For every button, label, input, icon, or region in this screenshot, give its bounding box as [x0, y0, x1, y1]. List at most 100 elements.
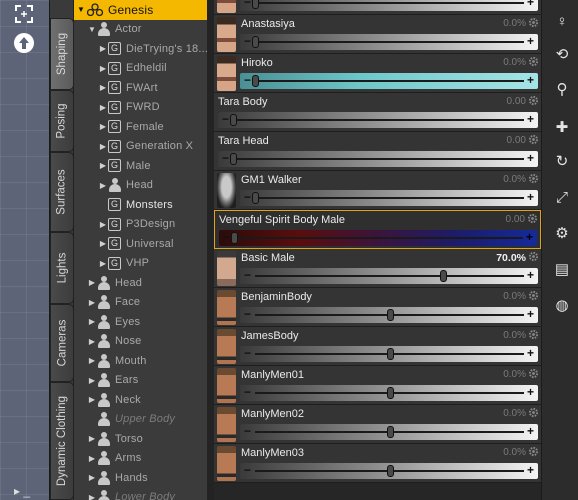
expand-arrow-icon[interactable]: ▶ [98, 83, 108, 92]
slider-handle[interactable] [386, 465, 394, 477]
decrement-icon[interactable]: − [244, 268, 251, 283]
morph-value[interactable]: 0.0% [503, 18, 526, 29]
slider-handle[interactable] [230, 114, 237, 126]
slider-track[interactable]: − + [240, 190, 538, 206]
expand-arrow-icon[interactable]: ▶ [98, 181, 108, 190]
gear-icon[interactable] [528, 290, 539, 301]
morph-slider-row[interactable]: Hiroko 0.0% − + [214, 54, 541, 93]
expand-arrow-icon[interactable]: ▶ [87, 278, 97, 287]
scale-tool-icon[interactable]: ⤢ [552, 188, 572, 208]
expand-arrow-icon[interactable]: ▶ [87, 317, 97, 326]
decrement-icon[interactable]: − [244, 346, 251, 361]
slider-handle[interactable] [386, 387, 394, 399]
tab-cameras[interactable]: Cameras [50, 304, 74, 382]
slider-handle[interactable] [252, 36, 259, 48]
morph-value[interactable]: 0.0% [503, 330, 526, 341]
move-tool-icon[interactable]: ✚ [552, 118, 572, 138]
tree-item[interactable]: ▶ Arms [74, 449, 207, 469]
increment-icon[interactable]: + [526, 230, 533, 245]
gear-icon[interactable] [528, 17, 539, 28]
increment-icon[interactable]: + [527, 0, 534, 10]
increment-icon[interactable]: + [527, 463, 534, 478]
slider-handle[interactable] [386, 426, 394, 438]
decrement-icon[interactable]: − [244, 424, 251, 439]
increment-icon[interactable]: + [527, 151, 534, 166]
tree-item[interactable]: ▶ G Universal [74, 234, 207, 254]
slider-track[interactable]: − + [240, 424, 538, 440]
tree-item[interactable]: ▼ Genesis [74, 0, 207, 20]
gear-icon[interactable] [528, 446, 539, 457]
morph-slider-row[interactable]: Aiko 50.00−+ [214, 0, 541, 15]
tree-item[interactable]: ▶ G FWRD [74, 98, 207, 118]
slider-track[interactable]: − + [240, 307, 538, 323]
expand-arrow-icon[interactable]: ▶ [87, 356, 97, 365]
tab-dynamic-clothing[interactable]: Dynamic Clothing [50, 382, 74, 500]
increment-icon[interactable]: + [527, 190, 534, 205]
expand-arrow-icon[interactable]: ▶ [87, 298, 97, 307]
tree-item[interactable]: ▶ Face [74, 293, 207, 313]
tab-posing[interactable]: Posing [50, 90, 74, 152]
increment-icon[interactable]: + [527, 424, 534, 439]
gear-icon[interactable] [527, 213, 538, 224]
morph-value[interactable]: 0.0% [503, 174, 526, 185]
morph-slider-row[interactable]: Basic Male 70.0% − + [214, 249, 541, 288]
increment-icon[interactable]: + [527, 34, 534, 49]
tree-item[interactable]: ▶ G FWArt [74, 78, 207, 98]
expand-arrow-icon[interactable]: ▶ [87, 376, 97, 385]
expand-arrow-icon[interactable]: ▶ [98, 161, 108, 170]
expand-arrow-icon[interactable]: ▶ [87, 473, 97, 482]
expand-arrow-icon[interactable]: ▶ [87, 434, 97, 443]
slider-handle[interactable] [386, 348, 394, 360]
tree-item[interactable]: ▶ Head [74, 176, 207, 196]
decrement-icon[interactable]: − [244, 385, 251, 400]
expand-arrow-icon[interactable]: ▶ [87, 454, 97, 463]
expand-arrow-icon[interactable]: ▶ [98, 220, 108, 229]
decrement-icon[interactable]: − [244, 463, 251, 478]
tree-item[interactable]: ▶ Eyes [74, 312, 207, 332]
expand-arrow-icon[interactable]: ▶ [98, 259, 108, 268]
decrement-icon[interactable]: − [244, 307, 251, 322]
decrement-icon[interactable]: − [222, 151, 229, 166]
morph-value[interactable]: 0.00 [507, 135, 526, 146]
morph-value[interactable]: 0.0% [503, 447, 526, 458]
bone-tool-icon[interactable]: ⟲ [552, 45, 572, 65]
morph-slider-row[interactable]: Tara Head 0.00− + [214, 132, 541, 171]
expand-arrow-icon[interactable]: ▶ [98, 103, 108, 112]
morph-slider-row[interactable]: Vengeful Spirit Body Male 0.00− + [214, 210, 541, 249]
globe-tool-icon[interactable]: ◍ [552, 296, 572, 316]
tree-item[interactable]: ▶ G Female [74, 117, 207, 137]
rotate-tool-icon[interactable]: ↻ [552, 152, 572, 172]
morph-slider-row[interactable]: Tara Body 0.00− + [214, 93, 541, 132]
tree-item[interactable]: ▶ Ears [74, 371, 207, 391]
gear-icon[interactable] [528, 56, 539, 67]
up-arrow-icon[interactable] [12, 32, 36, 54]
slider-handle[interactable] [252, 75, 259, 87]
tab-shaping[interactable]: Shaping [50, 18, 74, 90]
gear-icon[interactable] [528, 134, 539, 145]
increment-icon[interactable]: + [527, 346, 534, 361]
expand-arrow-icon[interactable]: ▶ [98, 239, 108, 248]
tree-item[interactable]: ▶ Head [74, 273, 207, 293]
tree-item[interactable]: ▶ G P3Design [74, 215, 207, 235]
tree-item[interactable]: ▶ G Edheldil [74, 59, 207, 79]
tree-item[interactable]: ▶ Hands [74, 468, 207, 488]
morph-slider-row[interactable]: JamesBody 0.0% − + [214, 327, 541, 366]
increment-icon[interactable]: + [527, 268, 534, 283]
morph-slider-row[interactable]: ManlyMen01 0.0% − + [214, 366, 541, 405]
slider-track[interactable]: − + [240, 268, 538, 284]
tree-item[interactable]: G Monsters [74, 195, 207, 215]
morph-slider-row[interactable]: Anastasiya 0.0% − + [214, 15, 541, 54]
increment-icon[interactable]: + [527, 307, 534, 322]
gear-icon[interactable] [528, 251, 539, 262]
slider-track[interactable]: − + [240, 0, 538, 11]
tree-item[interactable]: ▶ Nose [74, 332, 207, 352]
slider-handle[interactable] [252, 0, 259, 9]
expand-arrow-icon[interactable]: ▶ [98, 64, 108, 73]
expand-arrow-icon[interactable]: ▶ [87, 395, 97, 404]
expand-arrow-icon[interactable]: ▶ [87, 493, 97, 500]
gear-icon[interactable] [528, 368, 539, 379]
morph-slider-row[interactable]: ManlyMen03 0.0% − + [214, 444, 541, 483]
viewport-panel[interactable]: ▸ _ [0, 0, 50, 500]
tree-item[interactable]: ▼ Actor [74, 20, 207, 40]
decrement-icon[interactable]: − [244, 73, 251, 88]
